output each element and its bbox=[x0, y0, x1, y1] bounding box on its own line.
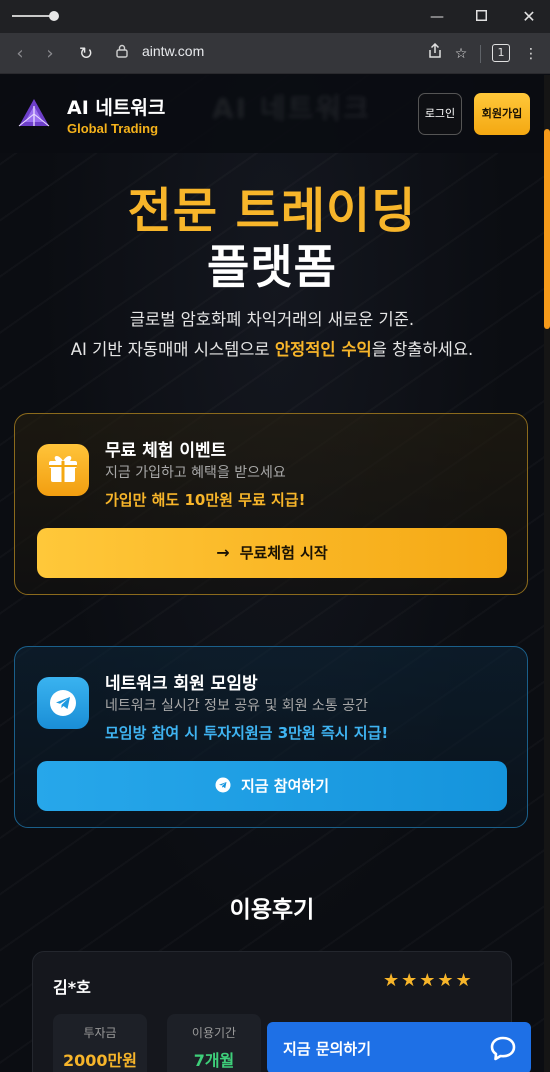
hero-desc-line2-post: 을 창출하세요. bbox=[371, 340, 474, 359]
site-info-icon[interactable] bbox=[116, 44, 132, 62]
address-bar: ‹ › ↻ aintw.com ☆ 1 ⋮ bbox=[0, 33, 550, 74]
logo-triangle-icon[interactable] bbox=[18, 97, 50, 129]
chat-inquiry-bar[interactable]: 지금 문의하기 bbox=[267, 1022, 531, 1072]
reviews-heading: 이용후기 bbox=[229, 897, 315, 923]
community-card: 네트워크 회원 모임방 네트워크 실시간 정보 공유 및 회원 소통 공간 모임… bbox=[14, 646, 528, 828]
stat-duration-value: 7개월 bbox=[193, 1051, 235, 1070]
rating-stars: ★★★★★ bbox=[383, 970, 474, 991]
free-trial-title: 무료 체험 이벤트 bbox=[105, 441, 227, 461]
telegram-icon bbox=[37, 677, 89, 729]
zoom-slider-knob[interactable] bbox=[49, 11, 59, 21]
stat-investment-label: 투자금 bbox=[83, 1026, 117, 1040]
hero-description: 글로벌 암호화폐 차익거래의 새로운 기준. AI 기반 자동매매 시스템으로 … bbox=[0, 305, 544, 365]
free-trial-subtitle: 지금 가입하고 혜택을 받으세요 bbox=[105, 465, 286, 481]
tab-count-button[interactable]: 1 bbox=[492, 44, 510, 62]
hero-desc-line1: 글로벌 암호화폐 차익거래의 새로운 기준. bbox=[129, 310, 415, 329]
logo-subtitle: Global Trading bbox=[67, 121, 159, 136]
chat-inquiry-label: 지금 문의하기 bbox=[283, 1040, 372, 1058]
hero-desc-line2-pre: AI 기반 자동매매 시스템으로 bbox=[70, 340, 275, 359]
browser-titlebar: — ✕ bbox=[0, 0, 550, 33]
reload-icon[interactable]: ↻ bbox=[74, 42, 98, 66]
chat-bubble-icon bbox=[490, 1036, 516, 1061]
login-button[interactable]: 로그인 bbox=[418, 93, 462, 135]
telegram-small-icon bbox=[215, 761, 231, 811]
toolbar-separator bbox=[480, 45, 481, 63]
maximize-icon[interactable] bbox=[470, 6, 492, 28]
hero-desc-line2: AI 기반 자동매매 시스템으로 안정적인 수익을 창출하세요. bbox=[0, 335, 544, 365]
free-trial-card: 무료 체험 이벤트 지금 가입하고 혜택을 받으세요 가입만 해도 10만원 무… bbox=[14, 413, 528, 595]
start-free-trial-button[interactable]: → 무료체험 시작 bbox=[37, 528, 507, 578]
minimize-icon[interactable]: — bbox=[426, 6, 448, 28]
community-subtitle: 네트워크 실시간 정보 공유 및 회원 소통 공간 bbox=[105, 698, 368, 714]
join-now-label: 지금 참여하기 bbox=[240, 777, 330, 795]
scrollbar-thumb[interactable] bbox=[544, 129, 550, 329]
gift-icon bbox=[37, 444, 89, 496]
signup-button[interactable]: 회원가입 bbox=[474, 93, 530, 135]
more-menu-icon[interactable]: ⋮ bbox=[520, 43, 542, 65]
community-title: 네트워크 회원 모임방 bbox=[105, 674, 258, 694]
stat-duration-label: 이용기간 bbox=[191, 1026, 237, 1040]
close-window-icon[interactable]: ✕ bbox=[518, 6, 540, 28]
share-icon[interactable] bbox=[424, 42, 446, 65]
forward-icon[interactable]: › bbox=[38, 42, 62, 66]
bookmark-star-icon[interactable]: ☆ bbox=[450, 43, 472, 65]
stat-investment-value: 2000만원 bbox=[63, 1051, 137, 1070]
hero-desc-highlight: 안정적인 수익 bbox=[274, 340, 372, 359]
zoom-slider-track[interactable] bbox=[12, 15, 54, 17]
reviewer-name: 김*호 bbox=[53, 978, 91, 997]
back-icon[interactable]: ‹ bbox=[8, 42, 32, 66]
url-field[interactable]: aintw.com bbox=[142, 43, 204, 59]
community-highlight: 모임방 참여 시 투자지원금 3만원 즉시 지급! bbox=[105, 724, 389, 742]
stat-duration: 이용기간 7개월 bbox=[167, 1014, 261, 1072]
hero-title-line2: 플랫폼 bbox=[207, 240, 337, 294]
logo-name[interactable]: AI 네트워크 bbox=[67, 93, 165, 120]
free-trial-highlight: 가입만 해도 10만원 무료 지급! bbox=[105, 491, 306, 509]
start-free-trial-label: 무료체험 시작 bbox=[239, 544, 328, 562]
join-now-button[interactable]: 지금 참여하기 bbox=[37, 761, 507, 811]
stat-investment: 투자금 2000만원 bbox=[53, 1014, 147, 1072]
ghost-title-decoration: AI 네트워크 bbox=[212, 92, 371, 125]
arrow-right-icon: → bbox=[216, 543, 230, 562]
page-viewport: AI 네트워크 Global Trading AI 네트워크 로그인 회원가입 … bbox=[0, 75, 550, 1072]
site-header: AI 네트워크 Global Trading AI 네트워크 로그인 회원가입 bbox=[0, 75, 544, 153]
